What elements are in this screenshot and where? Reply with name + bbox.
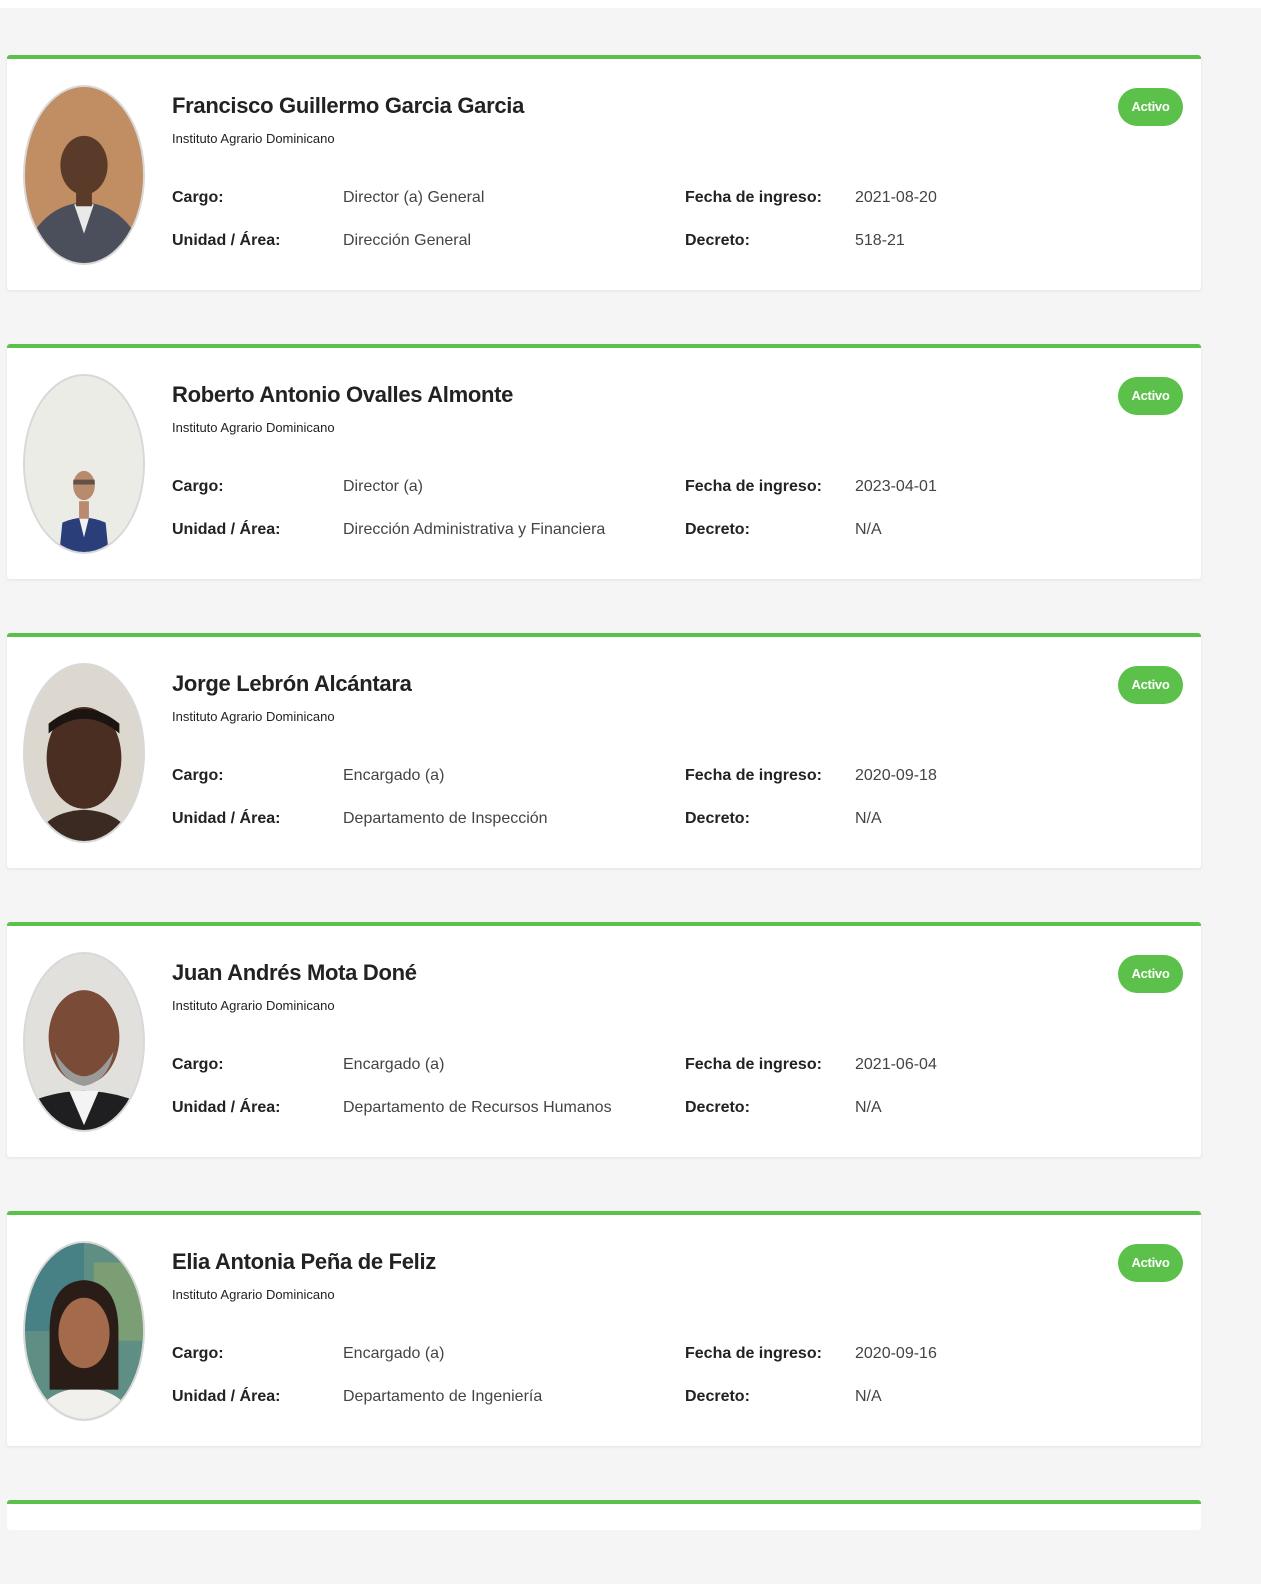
decreto-label: Decreto:	[685, 521, 750, 538]
cargo-label: Cargo:	[172, 189, 224, 206]
official-photo	[23, 374, 145, 554]
official-name: Jorge Lebrón Alcántara	[172, 671, 412, 696]
official-photo	[23, 85, 145, 265]
unidad-area-label: Unidad / Área:	[172, 521, 281, 538]
decreto-value: N/A	[855, 1099, 882, 1116]
official-organization: Instituto Agrario Dominicano	[172, 998, 335, 1013]
cargo-value: Director (a)	[343, 478, 424, 495]
official-name: Francisco Guillermo Garcia Garcia	[172, 93, 525, 118]
unidad-area-value: Departamento de Ingeniería	[343, 1388, 543, 1405]
fecha-ingreso-label: Fecha de ingreso:	[685, 767, 822, 784]
official-card: Francisco Guillermo Garcia Garcia Instit…	[7, 55, 1201, 290]
cargo-value: Encargado (a)	[343, 1345, 445, 1362]
official-card: Roberto Antonio Ovalles Almonte Institut…	[7, 344, 1201, 579]
fecha-ingreso-value: 2021-06-04	[855, 1056, 937, 1073]
decreto-label: Decreto:	[685, 810, 750, 827]
fecha-ingreso-value: 2020-09-16	[855, 1345, 937, 1362]
official-card-partial	[7, 1500, 1201, 1530]
unidad-area-value: Departamento de Inspección	[343, 810, 548, 827]
fecha-ingreso-label: Fecha de ingreso:	[685, 1345, 822, 1362]
cargo-label: Cargo:	[172, 1056, 224, 1073]
official-organization: Instituto Agrario Dominicano	[172, 709, 335, 724]
official-card: Jorge Lebrón Alcántara Instituto Agrario…	[7, 633, 1201, 868]
status-badge: Activo	[1118, 955, 1183, 993]
decreto-label: Decreto:	[685, 1099, 750, 1116]
unidad-area-label: Unidad / Área:	[172, 1099, 281, 1116]
fecha-ingreso-value: 2023-04-01	[855, 478, 937, 495]
official-name: Roberto Antonio Ovalles Almonte	[172, 382, 514, 407]
cargo-value: Director (a) General	[343, 189, 485, 206]
unidad-area-value: Dirección Administrativa y Financiera	[343, 521, 606, 538]
decreto-label: Decreto:	[685, 1388, 750, 1405]
official-photo	[23, 663, 145, 843]
cargo-value: Encargado (a)	[343, 767, 445, 784]
decreto-value: 518-21	[855, 232, 905, 249]
status-badge: Activo	[1118, 88, 1183, 126]
unidad-area-label: Unidad / Área:	[172, 810, 281, 827]
decreto-label: Decreto:	[685, 232, 750, 249]
unidad-area-value: Departamento de Recursos Humanos	[343, 1099, 612, 1116]
cargo-value: Encargado (a)	[343, 1056, 445, 1073]
decreto-value: N/A	[855, 521, 882, 538]
fecha-ingreso-value: 2021-08-20	[855, 189, 937, 206]
fecha-ingreso-label: Fecha de ingreso:	[685, 478, 822, 495]
fecha-ingreso-value: 2020-09-18	[855, 767, 937, 784]
cargo-label: Cargo:	[172, 478, 224, 495]
decreto-value: N/A	[855, 1388, 882, 1405]
official-photo	[23, 1241, 145, 1421]
official-card: Elia Antonia Peña de Feliz Instituto Agr…	[7, 1211, 1201, 1446]
unidad-area-value: Dirección General	[343, 232, 472, 249]
official-name: Juan Andrés Mota Doné	[172, 960, 417, 985]
decreto-value: N/A	[855, 810, 882, 827]
fecha-ingreso-label: Fecha de ingreso:	[685, 189, 822, 206]
status-badge: Activo	[1118, 377, 1183, 415]
status-badge: Activo	[1118, 1244, 1183, 1282]
officials-list: Francisco Guillermo Garcia Garcia Instit…	[7, 55, 1201, 1584]
official-organization: Instituto Agrario Dominicano	[172, 420, 335, 435]
cargo-label: Cargo:	[172, 1345, 224, 1362]
status-badge: Activo	[1118, 666, 1183, 704]
unidad-area-label: Unidad / Área:	[172, 232, 281, 249]
top-strip	[0, 0, 1261, 8]
official-organization: Instituto Agrario Dominicano	[172, 1287, 335, 1302]
official-name: Elia Antonia Peña de Feliz	[172, 1249, 436, 1274]
official-organization: Instituto Agrario Dominicano	[172, 131, 335, 146]
cargo-label: Cargo:	[172, 767, 224, 784]
official-photo	[23, 952, 145, 1132]
unidad-area-label: Unidad / Área:	[172, 1388, 281, 1405]
fecha-ingreso-label: Fecha de ingreso:	[685, 1056, 822, 1073]
official-card: Juan Andrés Mota Doné Instituto Agrario …	[7, 922, 1201, 1157]
